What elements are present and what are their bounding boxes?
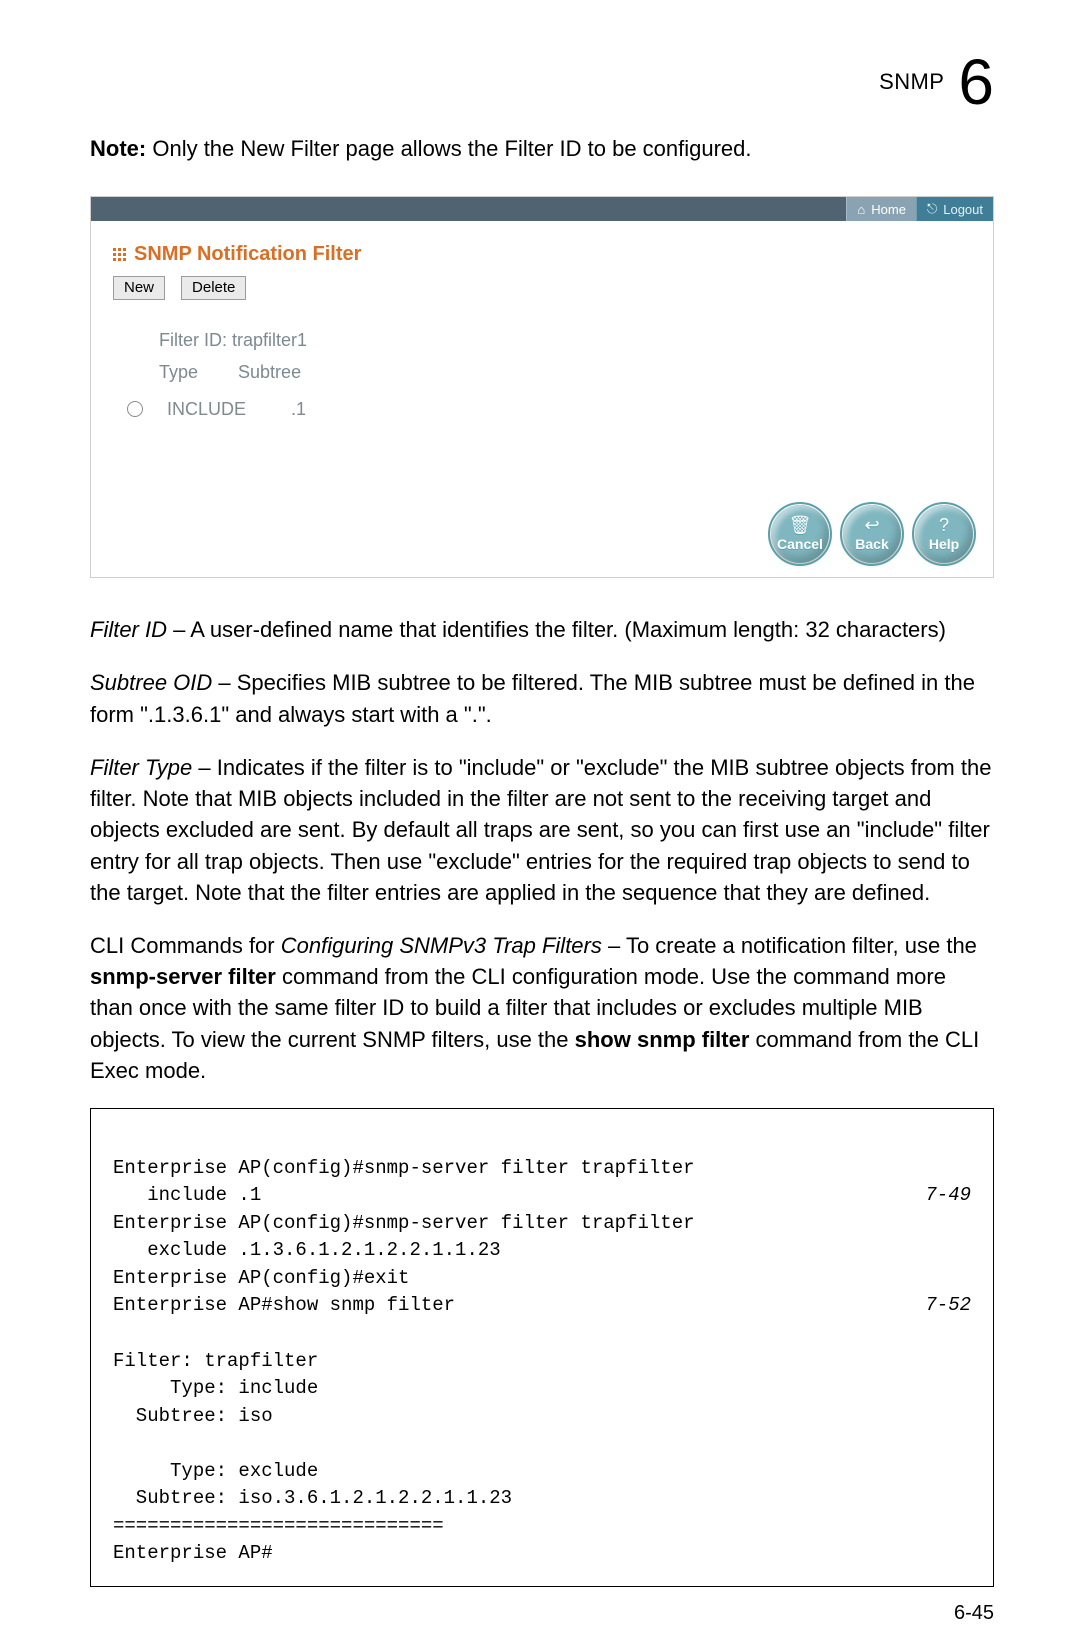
cancel-button[interactable]: 🗑 Cancel xyxy=(771,505,829,563)
cli-l12: ============================= xyxy=(113,1515,444,1537)
panel-title: SNMP Notification Filter xyxy=(134,243,361,266)
cli-intro-mid-a: – To create a notification filter, use t… xyxy=(602,933,977,958)
para-filter-id: Filter ID – A user-defined name that ide… xyxy=(90,614,994,645)
logout-link[interactable]: ⎋ Logout xyxy=(916,197,993,221)
cli-l8: Type: include xyxy=(113,1377,318,1399)
home-link[interactable]: ⌂ Home xyxy=(846,197,916,221)
para-cli-intro: CLI Commands for Configuring SNMPv3 Trap… xyxy=(90,930,994,1086)
back-label: Back xyxy=(855,536,888,552)
cli-intro-bold-b: show snmp filter xyxy=(575,1027,750,1052)
para-subtree-oid-body: – Specifies MIB subtree to be filtered. … xyxy=(90,670,975,726)
cli-l2: include .1 xyxy=(113,1184,261,1206)
cli-l13: Enterprise AP# xyxy=(113,1542,273,1564)
cancel-icon: 🗑 xyxy=(789,516,812,534)
help-icon: ? xyxy=(939,516,949,534)
cli-ref1: 7-49 xyxy=(925,1182,971,1210)
chapter-number: 6 xyxy=(958,50,994,114)
note-line: Note: Only the New Filter page allows th… xyxy=(90,132,994,166)
filter-id-label: Filter ID: xyxy=(159,330,227,350)
cancel-label: Cancel xyxy=(777,536,823,552)
panel-topbar: ⌂ Home ⎋ Logout xyxy=(91,197,993,221)
row-type: INCLUDE xyxy=(167,399,267,420)
cli-l4: exclude .1.3.6.1.2.1.2.2.1.1.23 xyxy=(113,1239,501,1261)
para-filter-type: Filter Type – Indicates if the filter is… xyxy=(90,752,994,908)
note-text: Only the New Filter page allows the Filt… xyxy=(152,136,751,161)
delete-button[interactable]: Delete xyxy=(181,276,246,300)
cli-ref2: 7-52 xyxy=(925,1292,971,1320)
filter-id-value: trapfilter1 xyxy=(232,330,307,350)
back-icon: ↩ xyxy=(864,516,879,534)
note-label: Note: xyxy=(90,136,146,161)
home-icon: ⌂ xyxy=(857,202,865,217)
col-type: Type xyxy=(159,356,198,388)
new-button[interactable]: New xyxy=(113,276,165,300)
cli-l11: Subtree: iso.3.6.1.2.1.2.2.1.1.23 xyxy=(113,1487,512,1509)
cli-l10: Type: exclude xyxy=(113,1460,318,1482)
logout-label: Logout xyxy=(943,202,983,217)
page-number: 6-45 xyxy=(954,1602,994,1625)
col-subtree: Subtree xyxy=(238,356,301,388)
help-label: Help xyxy=(929,536,959,552)
cli-l5: Enterprise AP(config)#exit xyxy=(113,1267,409,1289)
cli-l3: Enterprise AP(config)#snmp-server filter… xyxy=(113,1212,695,1234)
para-filter-type-body: – Indicates if the filter is to "include… xyxy=(90,755,991,905)
para-filter-id-body: – A user-defined name that identifies th… xyxy=(167,617,946,642)
home-label: Home xyxy=(871,202,906,217)
para-subtree-oid: Subtree OID – Specifies MIB subtree to b… xyxy=(90,667,994,729)
back-button[interactable]: ↩ Back xyxy=(843,505,901,563)
term-filter-id: Filter ID xyxy=(90,617,167,642)
cli-l1: Enterprise AP(config)#snmp-server filter… xyxy=(113,1157,695,1179)
cli-l6: Enterprise AP#show snmp filter xyxy=(113,1294,455,1316)
row-radio[interactable] xyxy=(127,401,143,417)
cli-intro-em: Configuring SNMPv3 Trap Filters xyxy=(281,933,602,958)
row-subtree: .1 xyxy=(291,399,306,420)
breadcrumb: SNMP xyxy=(879,69,944,95)
help-button[interactable]: ? Help xyxy=(915,505,973,563)
cli-l9: Subtree: iso xyxy=(113,1405,273,1427)
cli-intro-pre: CLI Commands for xyxy=(90,933,281,958)
cli-intro-bold-a: snmp-server filter xyxy=(90,964,276,989)
cli-block: Enterprise AP(config)#snmp-server filter… xyxy=(90,1108,994,1587)
logout-icon: ⎋ xyxy=(927,201,937,217)
snmp-filter-panel: ⌂ Home ⎋ Logout SNMP Notification Filter… xyxy=(90,196,994,578)
grip-icon xyxy=(113,248,126,261)
filter-row: INCLUDE .1 xyxy=(113,389,975,420)
term-filter-type: Filter Type xyxy=(90,755,192,780)
cli-l7: Filter: trapfilter xyxy=(113,1350,318,1372)
term-subtree-oid: Subtree OID xyxy=(90,670,212,695)
filter-details: Filter ID: trapfilter1 Type Subtree xyxy=(113,324,975,389)
